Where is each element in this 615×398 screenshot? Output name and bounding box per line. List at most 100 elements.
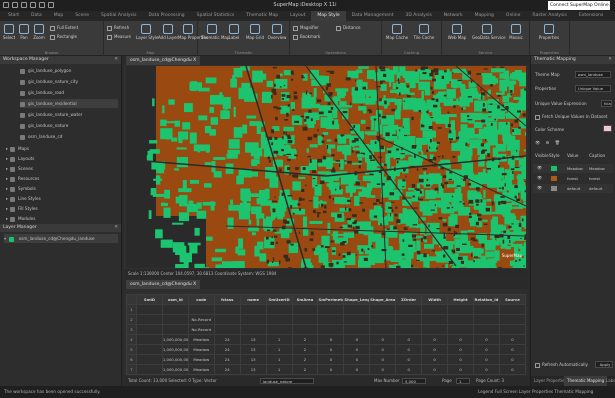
table-cell[interactable]: 1,000,000,000 bbox=[161, 334, 189, 345]
column-header[interactable]: SmUserID bbox=[265, 294, 293, 305]
table-cell[interactable]: 0 bbox=[447, 334, 474, 345]
map-cache-button[interactable]: Map Cache bbox=[385, 24, 409, 40]
table-row[interactable]: 3 No-Record bbox=[126, 324, 527, 335]
table-tab[interactable]: osm_landuse_cd@Chengdu X bbox=[126, 280, 201, 289]
eye-icon[interactable]: 👁 bbox=[537, 165, 542, 170]
open-icon[interactable] bbox=[21, 2, 27, 8]
dataset-item[interactable]: osm_landuse_cd bbox=[20, 132, 118, 141]
table-cell[interactable]: 2 bbox=[291, 364, 319, 375]
table-cell[interactable]: 2 bbox=[291, 344, 319, 355]
table-cell[interactable]: 0 bbox=[343, 334, 371, 345]
table-cell[interactable]: 0 bbox=[447, 354, 474, 365]
layer-item[interactable]: ▾ osm_landuse_cd@Chengdu_landuse bbox=[4, 234, 118, 243]
ribbon-tab[interactable]: Data Processing bbox=[142, 11, 190, 21]
properties-button[interactable]: Properties bbox=[534, 24, 564, 40]
ribbon-tab[interactable]: Raster Analysis bbox=[526, 11, 572, 21]
list-header[interactable]: Visible bbox=[535, 153, 549, 158]
table-cell[interactable]: 0 bbox=[395, 334, 423, 345]
table-row[interactable]: 6 1,000,000,000 Meadow 24 13 1 2 0 0 0 0 0 0 0 0 bbox=[126, 354, 527, 365]
table-cell[interactable] bbox=[317, 304, 345, 315]
style-swatch[interactable] bbox=[551, 176, 557, 181]
distance-button[interactable]: Distance bbox=[336, 25, 361, 31]
table-cell[interactable] bbox=[136, 344, 163, 355]
list-item[interactable]: 👁 default default bbox=[533, 184, 613, 193]
table-cell[interactable]: 0 bbox=[498, 344, 527, 355]
workspace-node[interactable]: ▸ Resources bbox=[6, 174, 118, 183]
properties-select[interactable]: Unique Value bbox=[575, 85, 611, 92]
item-caption[interactable]: forest bbox=[589, 176, 600, 181]
table-cell[interactable]: 24 bbox=[213, 354, 241, 365]
list-header[interactable]: Caption bbox=[589, 153, 605, 158]
table-row[interactable]: 5 1,000,000,000 Meadow 24 13 1 2 0 0 0 0 0 0 0 0 bbox=[126, 344, 527, 355]
table-cell[interactable]: 0 bbox=[395, 354, 423, 365]
column-header[interactable]: osm_id bbox=[161, 294, 189, 305]
table-cell[interactable] bbox=[472, 304, 500, 315]
table-cell[interactable]: Meadow bbox=[187, 344, 215, 355]
table-cell[interactable] bbox=[136, 364, 163, 375]
ribbon-tab[interactable]: Spatial Analysis bbox=[95, 11, 142, 21]
table-cell[interactable] bbox=[213, 304, 241, 315]
auto-refresh-option[interactable]: Refresh Automatically bbox=[535, 362, 588, 368]
table-cell[interactable]: 0 bbox=[317, 344, 345, 355]
full-extent-button[interactable]: Full Extent bbox=[50, 25, 78, 31]
column-header[interactable]: Width bbox=[421, 294, 449, 305]
table-cell[interactable] bbox=[213, 324, 241, 335]
list-item[interactable]: 👁 forest forest bbox=[533, 174, 613, 183]
table-cell[interactable]: 13 bbox=[239, 344, 267, 355]
table-row[interactable]: 2 No-Record bbox=[126, 314, 527, 325]
ribbon-tab[interactable]: Thematic Map bbox=[240, 11, 284, 21]
column-header[interactable]: name bbox=[239, 294, 267, 305]
table-cell[interactable]: 1,000,000,000 bbox=[161, 354, 189, 365]
table-cell[interactable] bbox=[447, 314, 474, 325]
workspace-node[interactable]: ▸ Fill Styles bbox=[6, 204, 118, 213]
table-cell[interactable] bbox=[136, 354, 163, 365]
map-tab[interactable]: osm_landuse_cd@Chengdu X bbox=[126, 56, 201, 65]
table-cell[interactable]: 0 bbox=[421, 344, 449, 355]
table-cell[interactable]: 0 bbox=[343, 354, 371, 365]
dataset-item[interactable]: gis_landuse_nature_city bbox=[20, 77, 118, 86]
table-cell[interactable] bbox=[265, 304, 293, 315]
workspace-node[interactable]: ▸ Line Styles bbox=[6, 194, 118, 203]
table-cell[interactable] bbox=[161, 314, 189, 325]
table-cell[interactable]: 0 bbox=[498, 334, 527, 345]
ribbon-tab[interactable]: Data Management bbox=[346, 11, 400, 21]
table-cell[interactable]: 0 bbox=[447, 344, 474, 355]
table-cell[interactable] bbox=[317, 324, 345, 335]
style-swatch[interactable] bbox=[551, 166, 557, 171]
web-map-button[interactable]: Web Map bbox=[444, 24, 470, 40]
table-cell[interactable] bbox=[472, 314, 500, 325]
table-cell[interactable]: 0 bbox=[343, 344, 371, 355]
table-cell[interactable]: 0 bbox=[369, 364, 397, 375]
table-cell[interactable] bbox=[239, 314, 267, 325]
table-cell[interactable]: 0 bbox=[317, 354, 345, 365]
eye-icon[interactable]: 👁 bbox=[537, 175, 542, 180]
dataset-item[interactable]: gis_landuse_residential bbox=[20, 99, 118, 108]
bookmark-button[interactable]: Bookmark bbox=[293, 34, 320, 40]
checkbox-icon[interactable] bbox=[535, 114, 540, 120]
tile-cache-button[interactable]: Tile Cache bbox=[412, 24, 436, 40]
ribbon-tab[interactable]: Scene bbox=[69, 11, 95, 21]
workspace-node[interactable]: ▸ Maps bbox=[6, 144, 118, 153]
table-cell[interactable]: 0 bbox=[421, 364, 449, 375]
table-cell[interactable] bbox=[265, 324, 293, 335]
magnifier-button[interactable]: Magnifier bbox=[293, 25, 319, 31]
dataset-item[interactable]: gis_landuse_polygon bbox=[20, 66, 118, 75]
table-cell[interactable]: 0 bbox=[369, 334, 397, 345]
item-caption[interactable]: default bbox=[589, 186, 602, 191]
layer-style-button[interactable]: Layer Style bbox=[136, 24, 158, 40]
ribbon-tab[interactable]: Help bbox=[609, 11, 615, 21]
table-cell[interactable] bbox=[498, 324, 527, 335]
close-icon[interactable]: ✕ bbox=[114, 224, 118, 232]
column-header[interactable]: Relation_Id bbox=[472, 294, 500, 305]
table-cell[interactable]: 1 bbox=[265, 334, 293, 345]
ribbon-tab[interactable]: Map Style bbox=[311, 11, 346, 21]
column-header[interactable]: Source bbox=[498, 294, 527, 305]
eye-icon[interactable]: 👁 bbox=[537, 185, 542, 190]
table-cell[interactable]: 0 bbox=[369, 344, 397, 355]
expression-select[interactable]: fclass bbox=[601, 100, 612, 107]
map-canvas[interactable]: SuperMap bbox=[126, 66, 526, 268]
table-cell[interactable]: 24 bbox=[213, 334, 241, 345]
table-cell[interactable] bbox=[265, 314, 293, 325]
ribbon-tab[interactable]: Map bbox=[48, 11, 70, 21]
table-cell[interactable] bbox=[421, 304, 449, 315]
